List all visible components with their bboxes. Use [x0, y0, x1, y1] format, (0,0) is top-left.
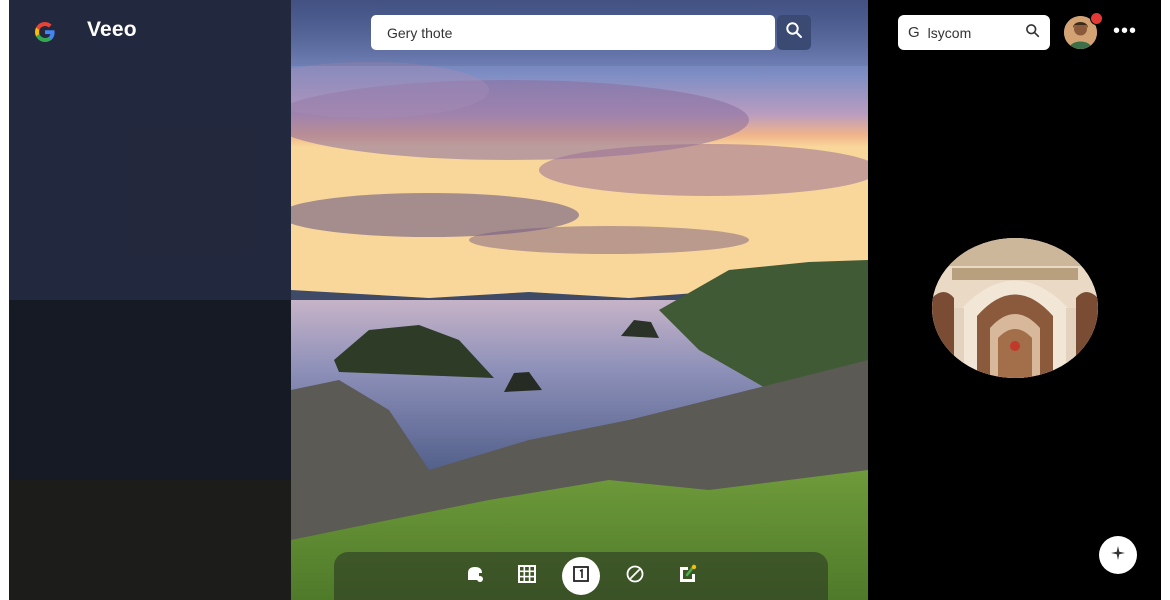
grid-icon: [517, 564, 537, 589]
bottom-toolbar: [334, 552, 828, 600]
search-icon: [785, 21, 803, 44]
search-button[interactable]: [777, 15, 811, 50]
account-search-prefix: G: [908, 24, 920, 41]
toolbar-brush-button[interactable]: [618, 559, 652, 593]
left-dim-overlay: [9, 0, 291, 600]
brush-icon: [625, 564, 645, 589]
notification-badge: [1090, 12, 1103, 25]
app-window: Veeo G lsycom •••: [9, 0, 1161, 600]
search-icon[interactable]: [1025, 23, 1040, 43]
google-g-logo[interactable]: [33, 20, 57, 44]
toolbar-frame-button[interactable]: [562, 557, 600, 595]
toolbar-export-button[interactable]: [670, 559, 704, 593]
sparkle-fab-button[interactable]: [1099, 536, 1137, 574]
toolbar-grid-button[interactable]: [510, 559, 544, 593]
main-search-field[interactable]: [371, 15, 775, 50]
account-search-text[interactable]: lsycom: [928, 25, 1017, 41]
frame-icon: [571, 564, 591, 589]
sparkle-icon: [1110, 545, 1126, 566]
account-search-field[interactable]: G lsycom: [898, 15, 1050, 50]
more-options-icon[interactable]: •••: [1113, 20, 1137, 43]
shape-tool-icon: [465, 564, 485, 589]
toolbar-shape-button[interactable]: [458, 559, 492, 593]
search-input[interactable]: [385, 23, 761, 42]
thumbnail-image[interactable]: [932, 238, 1098, 378]
app-title: Veeo: [87, 18, 137, 41]
export-icon: [676, 563, 698, 590]
